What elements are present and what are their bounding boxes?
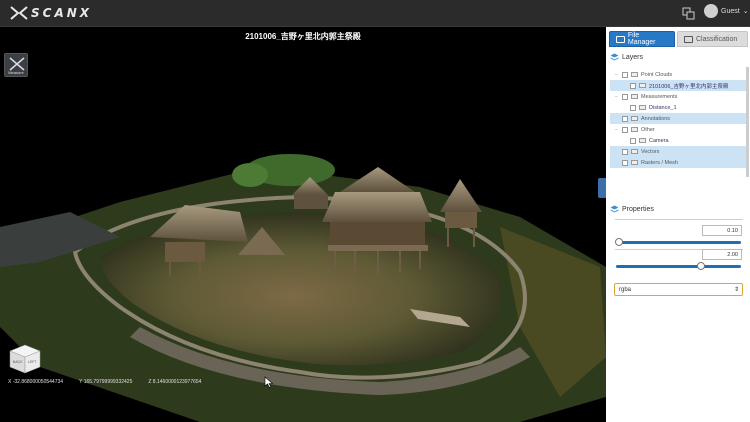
attribute-select[interactable]: rgba ⇕ — [614, 283, 743, 296]
properties-title: Properties — [622, 206, 654, 213]
mouse-cursor-icon — [264, 376, 274, 388]
folder-icon — [639, 83, 646, 88]
cube-face-left: LEFT — [28, 360, 37, 364]
visibility-checkbox[interactable] — [630, 137, 636, 144]
point-size-input[interactable]: 0.10 — [702, 225, 742, 236]
layer-row[interactable]: − Other — [610, 124, 746, 135]
navigation-cube[interactable]: BACK LEFT — [8, 343, 42, 375]
layers-title: Layers — [622, 54, 644, 61]
avatar — [704, 4, 718, 18]
layer-label: Measurements — [641, 93, 678, 100]
expand-toggle-icon[interactable]: − — [614, 72, 619, 78]
measure-button[interactable]: Measure — [4, 53, 28, 77]
scanx-logo[interactable]: SCANX — [10, 5, 92, 21]
measure-label: Measure — [8, 70, 24, 75]
3d-viewport[interactable]: 2101006_吉野ヶ里北内郭主祭殿 Measure BACK LEFT X -… — [0, 27, 606, 422]
visibility-checkbox[interactable] — [622, 159, 628, 166]
user-menu[interactable]: Guest ⌄ — [704, 4, 749, 18]
tab-classification[interactable]: Classification — [677, 31, 748, 47]
cube-face-back: BACK — [13, 360, 23, 364]
folder-icon — [631, 127, 638, 132]
visibility-checkbox[interactable] — [622, 93, 628, 100]
layer-label: Rasters / Mesh — [641, 159, 678, 166]
stack-icon — [610, 53, 619, 61]
attribute-select-value: rgba — [619, 287, 632, 293]
panel-collapse-handle[interactable] — [598, 178, 606, 198]
tab-label: Classification — [696, 35, 738, 43]
tab-label: File Manager — [627, 32, 656, 46]
layer-row[interactable]: Rasters / Mesh — [610, 157, 746, 168]
scene-title: 2101006_吉野ヶ里北内郭主祭殿 — [245, 32, 361, 41]
side-panel: File Manager Classification Layers − Poin… — [606, 27, 750, 422]
point-size-slider[interactable] — [614, 238, 741, 246]
tree-scrollbar[interactable] — [746, 67, 749, 177]
folder-icon — [631, 94, 638, 99]
coordinate-readout: X -32.868000050544734 Y 165.797999993324… — [8, 379, 201, 385]
divider — [615, 219, 743, 220]
expand-toggle-icon[interactable]: − — [614, 94, 619, 100]
folder-icon — [631, 160, 638, 165]
visibility-checkbox[interactable] — [622, 115, 628, 122]
slider-handle[interactable] — [697, 262, 705, 270]
layer-row[interactable]: − Measurements — [610, 91, 746, 102]
top-bar: SCANX Guest ⌄ — [0, 0, 750, 27]
opacity-slider[interactable] — [616, 262, 741, 270]
layer-row[interactable]: 2101006_吉野ヶ里北内郭主祭殿 — [610, 80, 746, 91]
tab-file-manager[interactable]: File Manager — [609, 31, 675, 47]
slider-handle[interactable] — [614, 238, 623, 246]
folder-icon — [631, 149, 638, 154]
properties-header: Properties — [610, 205, 654, 214]
layer-row[interactable]: Annotations — [610, 113, 746, 124]
layer-row[interactable]: − Point Clouds — [610, 69, 746, 80]
folder-icon — [639, 105, 646, 110]
coord-x: X -32.868000050544734 — [8, 379, 64, 385]
layer-label: Distance_1 — [649, 104, 677, 111]
folder-icon — [631, 116, 638, 121]
layers-icon — [684, 35, 693, 43]
stack-icon — [610, 205, 619, 213]
layer-label: Point Clouds — [641, 71, 673, 78]
expand-toggle-icon[interactable]: − — [614, 127, 619, 133]
layer-row[interactable]: Distance_1 — [610, 102, 746, 113]
folder-icon — [631, 72, 638, 77]
select-arrows-icon: ⇕ — [733, 287, 739, 293]
folder-icon — [616, 35, 625, 43]
layers-header: Layers — [610, 53, 643, 62]
coord-y: Y 165.79799999332425 — [79, 379, 133, 385]
visibility-checkbox[interactable] — [622, 71, 628, 78]
panel-tabs: File Manager Classification — [609, 31, 748, 47]
layer-row[interactable]: Vectors — [610, 146, 746, 157]
chevron-down-icon: ⌄ — [742, 8, 749, 15]
layer-label: Other — [641, 126, 655, 133]
opacity-input[interactable]: 2.00 — [702, 249, 742, 260]
user-name: Guest — [721, 7, 740, 15]
coord-z: Z 8.1460000123977654 — [148, 379, 202, 385]
visibility-checkbox[interactable] — [630, 104, 636, 111]
layer-row[interactable]: Camera — [610, 135, 746, 146]
layer-label: Camera — [649, 137, 669, 144]
logo-text: SCANX — [31, 6, 93, 20]
layer-tree: − Point Clouds 2101006_吉野ヶ里北内郭主祭殿 − Measurem… — [610, 69, 746, 168]
layer-label: Vectors — [641, 148, 660, 155]
visibility-checkbox[interactable] — [622, 126, 628, 133]
layer-label: Annotations — [641, 115, 671, 122]
screen-share-icon[interactable] — [682, 7, 695, 20]
point-cloud-scene — [0, 154, 606, 422]
folder-icon — [639, 138, 646, 143]
visibility-checkbox[interactable] — [622, 148, 628, 155]
visibility-checkbox[interactable] — [630, 82, 636, 89]
layer-label: 2101006_吉野ヶ里北内郭主祭殿 — [649, 83, 729, 90]
scanx-logo-icon — [10, 6, 28, 20]
